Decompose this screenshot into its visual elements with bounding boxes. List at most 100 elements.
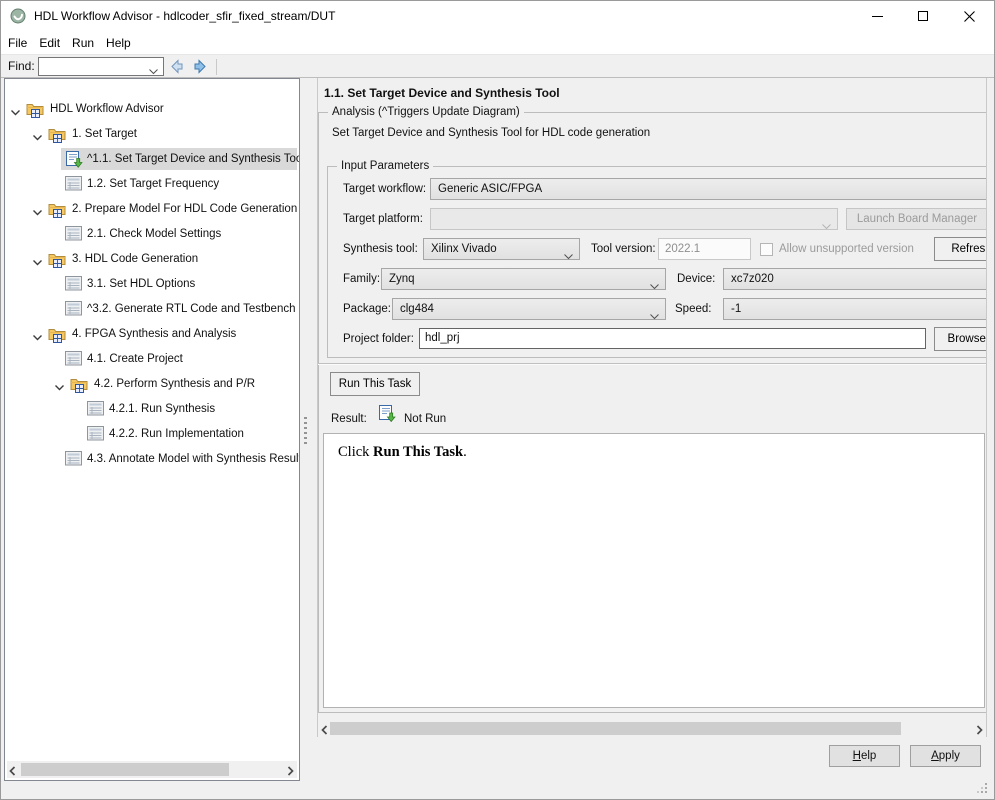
task-icon — [87, 401, 105, 418]
result-output-area: Click Run This Task. — [323, 433, 985, 708]
arrow-left-icon — [171, 59, 183, 74]
family-select[interactable]: Zynq — [381, 268, 666, 290]
task-folder-icon — [48, 201, 66, 218]
device-field[interactable]: xc7z020 — [723, 268, 986, 290]
tree-item[interactable]: 4.1. Create Project — [5, 347, 299, 372]
target-workflow-value: Generic ASIC/FPGA — [438, 183, 543, 195]
tree-item[interactable]: 4. FPGA Synthesis and Analysis — [5, 322, 299, 347]
close-button[interactable] — [946, 1, 992, 31]
task-icon — [87, 426, 105, 443]
menu-run[interactable]: Run — [66, 32, 100, 54]
tree-item[interactable]: 3. HDL Code Generation — [5, 247, 299, 272]
chevron-down-icon[interactable] — [32, 131, 43, 141]
tree-item[interactable]: 4.2. Perform Synthesis and P/R — [5, 372, 299, 397]
find-previous-button[interactable] — [168, 58, 187, 75]
tree-item-label: 3. HDL Code Generation — [72, 253, 199, 265]
window-title: HDL Workflow Advisor - hdlcoder_sfir_fix… — [34, 9, 336, 23]
result-status: Not Run — [404, 413, 447, 425]
project-folder-input[interactable]: hdl_prj — [419, 328, 926, 349]
tree-item[interactable]: 1. Set Target — [5, 122, 299, 147]
close-icon — [963, 10, 975, 22]
scroll-left-icon[interactable] — [321, 724, 328, 738]
tree-item[interactable]: 4.2.1. Run Synthesis — [5, 397, 299, 422]
target-platform-label: Target platform: — [343, 213, 423, 225]
tree-item[interactable]: 2.1. Check Model Settings — [5, 222, 299, 247]
tree-item[interactable]: HDL Workflow Advisor — [5, 97, 299, 122]
chevron-down-icon — [650, 277, 659, 297]
task-icon — [65, 226, 83, 243]
minimize-icon — [871, 15, 883, 17]
minimize-button[interactable] — [854, 1, 900, 31]
workflow-tree: HDL Workflow Advisor 1. Set Target ^1.1. S… — [4, 78, 300, 781]
tree-item[interactable]: 3.1. Set HDL Options — [5, 272, 299, 297]
package-select[interactable]: clg484 — [392, 298, 666, 320]
find-next-button[interactable] — [190, 58, 209, 75]
chevron-down-icon[interactable] — [32, 256, 43, 266]
chevron-down-icon[interactable] — [10, 106, 21, 116]
tree-item[interactable]: 2. Prepare Model For HDL Code Generation — [5, 197, 299, 222]
maximize-button[interactable] — [900, 1, 946, 31]
synthesis-tool-label: Synthesis tool: — [343, 243, 418, 255]
chevron-down-icon[interactable] — [32, 331, 43, 341]
chevron-down-icon[interactable] — [149, 64, 158, 78]
tree-item[interactable]: ^3.2. Generate RTL Code and Testbench — [5, 297, 299, 322]
find-combobox[interactable] — [38, 57, 164, 76]
device-label: Device: — [677, 273, 716, 285]
target-workflow-select[interactable]: Generic ASIC/FPGA — [430, 178, 986, 200]
allow-unsupported-label: Allow unsupported version — [779, 243, 914, 255]
menu-help[interactable]: Help — [100, 32, 137, 54]
resize-grip-icon[interactable] — [977, 783, 988, 794]
task-icon — [65, 351, 83, 368]
analysis-group-label: Analysis (^Triggers Update Diagram) — [328, 105, 524, 120]
tree-item[interactable]: 1.2. Set Target Frequency — [5, 172, 299, 197]
tool-version-field: 2022.1 — [658, 238, 751, 260]
tree-item-label: 4.3. Annotate Model with Synthesis Resul… — [87, 453, 300, 465]
allow-unsupported-checkbox — [760, 243, 773, 256]
scroll-right-icon[interactable] — [976, 724, 983, 738]
section-divider — [318, 363, 986, 365]
tree-item-label: ^1.1. Set Target Device and Synthesis To… — [87, 153, 300, 165]
tree-item[interactable]: 4.3. Annotate Model with Synthesis Resul… — [5, 447, 299, 472]
task-folder-icon — [70, 376, 88, 393]
tree-item[interactable]: ^1.1. Set Target Device and Synthesis To… — [5, 147, 299, 172]
synthesis-tool-value: Xilinx Vivado — [431, 243, 497, 255]
page-title: 1.1. Set Target Device and Synthesis Too… — [324, 86, 560, 100]
result-label: Result: — [331, 413, 367, 425]
tree-item-label: 4.2.1. Run Synthesis — [109, 403, 216, 415]
target-platform-select — [430, 208, 838, 230]
chevron-down-icon[interactable] — [54, 381, 65, 391]
apply-button[interactable]: Apply — [910, 745, 981, 767]
task-folder-icon — [26, 101, 44, 118]
refresh-button[interactable]: Refresh — [934, 237, 986, 261]
find-label: Find: — [8, 59, 35, 73]
help-button[interactable]: Help — [829, 745, 900, 767]
input-parameters-group: Input Parameters Target workflow: Generi… — [327, 159, 986, 358]
tree-item-label: 3.1. Set HDL Options — [87, 278, 196, 290]
menu-file[interactable]: File — [2, 32, 33, 54]
run-this-task-button[interactable]: Run This Task — [330, 372, 420, 396]
scroll-right-icon[interactable] — [287, 765, 295, 776]
tree-item-label: 1. Set Target — [72, 128, 137, 140]
speed-field[interactable]: -1 — [723, 298, 986, 320]
package-label: Package: — [343, 303, 391, 315]
panel-splitter-handle[interactable] — [304, 417, 307, 445]
task-icon — [65, 451, 83, 468]
chevron-down-icon[interactable] — [32, 206, 43, 216]
find-input[interactable] — [41, 59, 145, 74]
target-workflow-label: Target workflow: — [343, 183, 427, 195]
menu-edit[interactable]: Edit — [33, 32, 66, 54]
chevron-down-icon — [650, 307, 659, 327]
task-folder-icon — [48, 126, 66, 143]
tree-horizontal-scrollbar[interactable] — [7, 761, 297, 778]
scrollbar-thumb[interactable] — [330, 722, 901, 735]
browse-button[interactable]: Browse... — [934, 327, 986, 351]
tree-item-label: 4. FPGA Synthesis and Analysis — [72, 328, 237, 340]
synthesis-tool-select[interactable]: Xilinx Vivado — [423, 238, 580, 260]
tree-item-label: ^3.2. Generate RTL Code and Testbench — [87, 303, 296, 315]
tree-item-label: 4.2.2. Run Implementation — [109, 428, 244, 440]
panel-horizontal-scrollbar[interactable] — [318, 720, 986, 737]
scroll-left-icon[interactable] — [9, 765, 17, 776]
scrollbar-thumb[interactable] — [21, 763, 229, 776]
tree-item[interactable]: 4.2.2. Run Implementation — [5, 422, 299, 447]
arrow-right-icon — [194, 59, 206, 74]
